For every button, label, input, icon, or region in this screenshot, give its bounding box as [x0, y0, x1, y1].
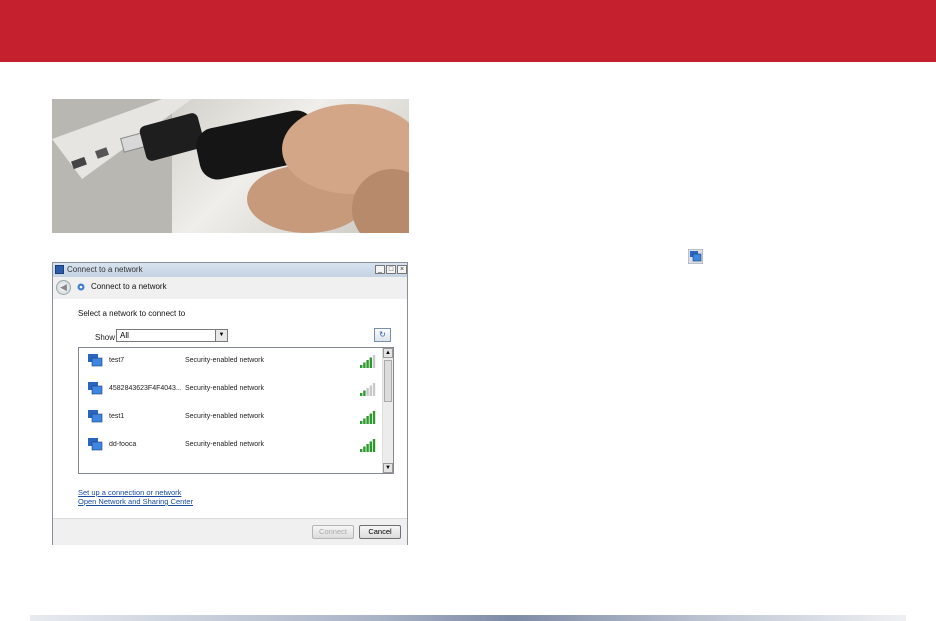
cancel-button[interactable]: Cancel	[359, 525, 401, 539]
signal-bar	[360, 449, 363, 452]
header-banner	[0, 0, 936, 62]
network-computer-icon	[88, 438, 103, 451]
back-button[interactable]: ◀	[56, 280, 71, 295]
signal-bar	[372, 355, 376, 368]
signal-strength-icon	[360, 355, 376, 368]
signal-bar	[366, 416, 369, 424]
signal-strength-icon	[360, 411, 376, 424]
connect-network-dialog: Connect to a network _ □ × ◀ Connect to …	[52, 262, 408, 545]
network-name: test1	[109, 413, 125, 420]
network-name: 4582843623F4F4043...	[109, 385, 181, 392]
signal-bar	[369, 441, 372, 452]
signal-bar	[369, 413, 372, 424]
network-computer-icon	[88, 382, 103, 395]
page-heading: Select a network to connect to	[78, 309, 186, 318]
setup-connection-link[interactable]: Set up a connection or network	[78, 488, 181, 497]
show-filter-value: All	[120, 331, 129, 340]
signal-bar	[366, 388, 369, 396]
title-bar: Connect to a network _ □ ×	[53, 263, 407, 277]
signal-strength-icon	[360, 439, 376, 452]
list-scrollbar[interactable]: ▲ ▼	[382, 348, 393, 473]
network-row[interactable]: 4582843623F4F4043... Security-enabled ne…	[79, 376, 384, 402]
signal-bar	[366, 444, 369, 452]
network-row[interactable]: test1 Security-enabled network	[79, 404, 384, 430]
network-icon	[55, 265, 64, 274]
network-security: Security-enabled network	[185, 441, 264, 448]
network-row[interactable]: dd-fooca Security-enabled network	[79, 432, 384, 458]
signal-bar	[363, 362, 366, 368]
maximize-button[interactable]: □	[386, 265, 396, 274]
network-name: dd-fooca	[109, 441, 137, 448]
signal-bar	[363, 418, 366, 424]
minimize-button[interactable]: _	[375, 265, 385, 274]
network-security: Security-enabled network	[185, 385, 264, 392]
signal-bar	[363, 446, 366, 452]
show-label: Show	[95, 333, 116, 342]
scroll-up-button[interactable]: ▲	[383, 348, 393, 358]
signal-bar	[372, 383, 376, 396]
signal-bar	[369, 385, 372, 396]
scroll-down-button[interactable]: ▼	[383, 463, 393, 473]
signal-bar	[372, 439, 376, 452]
network-row[interactable]: test7 Security-enabled network	[79, 348, 384, 374]
dialog-footer: Connect Cancel	[53, 518, 407, 545]
network-list[interactable]: test7 Security-enabled network 458284362…	[78, 347, 394, 474]
refresh-button[interactable]: ↻	[374, 328, 391, 342]
signal-bar	[372, 411, 376, 424]
signal-bar	[366, 360, 369, 368]
show-filter-select[interactable]: All ▼	[116, 329, 228, 342]
network-computer-icon	[88, 410, 103, 423]
signal-strength-icon	[360, 383, 376, 396]
usb-adapter-photo	[52, 99, 409, 233]
sharing-center-link[interactable]: Open Network and Sharing Center	[78, 497, 193, 506]
signal-bar	[369, 357, 372, 368]
wireless-icon	[77, 283, 85, 291]
signal-bar	[360, 421, 363, 424]
network-name: test7	[109, 357, 125, 364]
nav-title: Connect to a network	[91, 282, 167, 291]
close-button[interactable]: ×	[397, 265, 407, 274]
window-title: Connect to a network	[67, 265, 143, 274]
refresh-icon: ↻	[379, 330, 386, 339]
footer-divider	[30, 615, 906, 621]
dialog-content: Select a network to connect to Show All …	[53, 299, 407, 518]
scroll-thumb[interactable]	[384, 360, 392, 402]
nav-bar: ◀ Connect to a network	[53, 277, 407, 299]
connect-button[interactable]: Connect	[312, 525, 354, 539]
signal-bar	[360, 365, 363, 368]
signal-bar	[360, 393, 363, 396]
network-security: Security-enabled network	[185, 413, 264, 420]
signal-bar	[363, 390, 366, 396]
network-tray-icon	[688, 249, 703, 264]
chevron-down-icon[interactable]: ▼	[215, 330, 227, 341]
network-computer-icon	[88, 354, 103, 367]
network-security: Security-enabled network	[185, 357, 264, 364]
